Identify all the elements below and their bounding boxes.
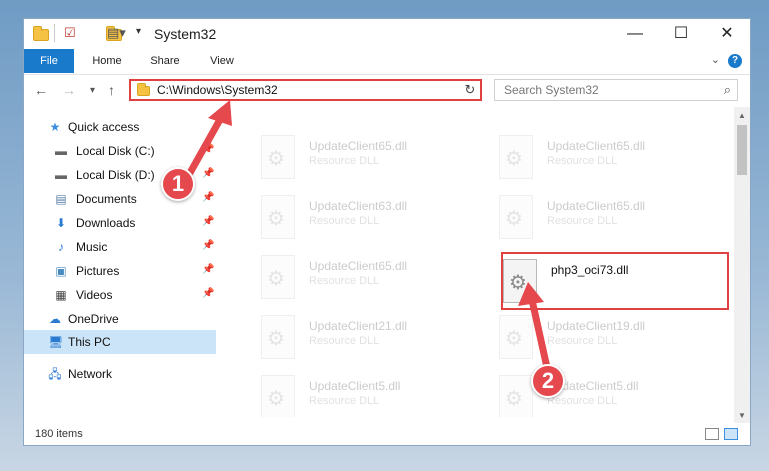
vertical-scrollbar[interactable]: ▲ ▼ <box>734 107 750 423</box>
dll-file-icon <box>261 195 295 239</box>
dll-file-icon <box>261 375 295 417</box>
item-count: 180 items <box>35 428 83 440</box>
list-item[interactable]: UpdateClient5.dll Resource DLL <box>239 371 469 417</box>
cloud-icon: ☁ <box>49 312 61 326</box>
list-item[interactable]: UpdateClient65.dll Resource DLL <box>477 191 707 243</box>
dll-file-icon <box>499 375 533 417</box>
list-item[interactable]: UpdateClient65.dll Resource DLL <box>239 131 469 183</box>
tab-file[interactable]: File <box>24 49 74 73</box>
details-view-icon[interactable] <box>705 428 719 440</box>
videos-icon: ▦ <box>55 288 67 302</box>
address-bar[interactable]: C:\Windows\System32 ⌄ <box>129 79 481 101</box>
scroll-up-icon[interactable]: ▲ <box>734 111 750 120</box>
search-input[interactable]: Search System32 ⌕ <box>494 79 738 101</box>
search-placeholder: Search System32 <box>504 83 599 97</box>
recent-locations-icon[interactable]: ▾ <box>90 85 95 96</box>
forward-icon[interactable]: → <box>62 82 76 98</box>
sidebar-item-videos[interactable]: ▦ Videos 📌 <box>24 283 216 307</box>
downloads-icon: ⬇ <box>55 216 67 230</box>
file-highlight-box <box>501 252 729 310</box>
maximize-button[interactable]: ☐ <box>658 19 704 49</box>
chevron-down-icon[interactable]: ⌄ <box>711 53 720 66</box>
callout-two: 2 <box>531 364 565 398</box>
dll-file-icon <box>261 315 295 359</box>
title-bar: ☑ ▤▾ ▾ System32 — ☐ ✕ <box>24 19 750 49</box>
search-icon: ⌕ <box>723 82 731 97</box>
sidebar-item-pictures[interactable]: ▣ Pictures 📌 <box>24 259 216 283</box>
tab-share[interactable]: Share <box>142 49 188 73</box>
dll-file-icon <box>261 255 295 299</box>
pin-icon[interactable]: 📌 <box>202 216 214 227</box>
refresh-icon[interactable]: ↻ <box>460 79 482 101</box>
folder-icon <box>33 26 49 41</box>
sidebar-item-this-pc[interactable]: 🖥 This PC <box>24 330 216 354</box>
pin-icon[interactable]: 📌 <box>202 192 214 203</box>
tab-home[interactable]: Home <box>84 49 130 73</box>
sidebar-item-downloads[interactable]: ⬇ Downloads 📌 <box>24 211 216 235</box>
computer-icon: 🖥 <box>48 335 64 349</box>
address-path: C:\Windows\System32 <box>157 83 278 97</box>
dll-file-icon <box>499 135 533 179</box>
dll-file-icon <box>499 195 533 239</box>
list-item[interactable]: UpdateClient65.dll Resource DLL <box>239 251 469 303</box>
pin-icon[interactable]: 📌 <box>202 288 214 299</box>
star-icon: ★ <box>49 120 61 134</box>
drive-icon: ▬ <box>55 168 67 182</box>
folder-icon <box>137 83 150 96</box>
list-item[interactable]: UpdateClient19.dll Resource DLL <box>477 311 707 363</box>
quick-access-dropdown-icon[interactable]: ▾ <box>136 26 141 44</box>
dll-file-icon <box>499 315 533 359</box>
back-icon[interactable]: ← <box>34 82 48 98</box>
sidebar-item-network[interactable]: 🖧 Network <box>24 362 216 386</box>
sidebar-item-onedrive[interactable]: ☁ OneDrive <box>24 307 216 331</box>
navigation-pane: ★ Quick access ▬ Local Disk (C:) 📌 ▬ Loc… <box>24 107 217 417</box>
navigation-bar: ← → ▾ ↑ C:\Windows\System32 ⌄ ↻ Search S… <box>24 74 750 107</box>
file-explorer-window: ☑ ▤▾ ▾ System32 — ☐ ✕ File Home Share Vi… <box>23 18 751 446</box>
status-bar: 180 items <box>24 423 750 445</box>
properties-icon[interactable]: ☑ <box>64 25 76 43</box>
sidebar-item-music[interactable]: ♪ Music 📌 <box>24 235 216 259</box>
list-item[interactable]: UpdateClient5.dll Resource DLL <box>477 371 707 417</box>
pin-icon[interactable]: 📌 <box>202 168 214 179</box>
minimize-button[interactable]: — <box>612 19 658 49</box>
pin-icon[interactable]: 📌 <box>202 144 214 155</box>
callout-one: 1 <box>161 167 195 201</box>
sidebar-item-local-disk-c[interactable]: ▬ Local Disk (C:) 📌 <box>24 139 216 163</box>
list-item[interactable]: UpdateClient63.dll Resource DLL <box>239 191 469 243</box>
network-icon: 🖧 <box>48 367 62 381</box>
documents-icon: ▤ <box>55 192 67 206</box>
music-icon: ♪ <box>58 240 64 254</box>
tab-view[interactable]: View <box>199 49 245 73</box>
drive-icon: ▬ <box>55 144 67 158</box>
close-button[interactable]: ✕ <box>704 19 750 49</box>
help-icon[interactable]: ? <box>728 54 742 68</box>
sidebar-item-quick-access[interactable]: ★ Quick access <box>24 115 216 139</box>
ribbon-tabs: File Home Share View ⌄ ? <box>24 49 750 73</box>
divider <box>54 24 55 42</box>
list-item[interactable]: UpdateClient21.dll Resource DLL <box>239 311 469 363</box>
pin-icon[interactable]: 📌 <box>202 264 214 275</box>
up-icon[interactable]: ↑ <box>108 82 115 98</box>
list-item[interactable]: UpdateClient65.dll Resource DLL <box>477 131 707 183</box>
scrollbar-thumb[interactable] <box>737 125 747 175</box>
scroll-down-icon[interactable]: ▼ <box>734 411 750 420</box>
large-icons-view-icon[interactable] <box>724 428 738 440</box>
dll-file-icon <box>261 135 295 179</box>
pictures-icon: ▣ <box>55 264 67 278</box>
window-title: System32 <box>154 26 217 42</box>
pin-icon[interactable]: 📌 <box>202 240 214 251</box>
customize-toolbar-icon[interactable]: ▤▾ <box>107 25 126 43</box>
file-list: UpdateClient65.dll Resource DLL UpdateCl… <box>219 107 734 417</box>
